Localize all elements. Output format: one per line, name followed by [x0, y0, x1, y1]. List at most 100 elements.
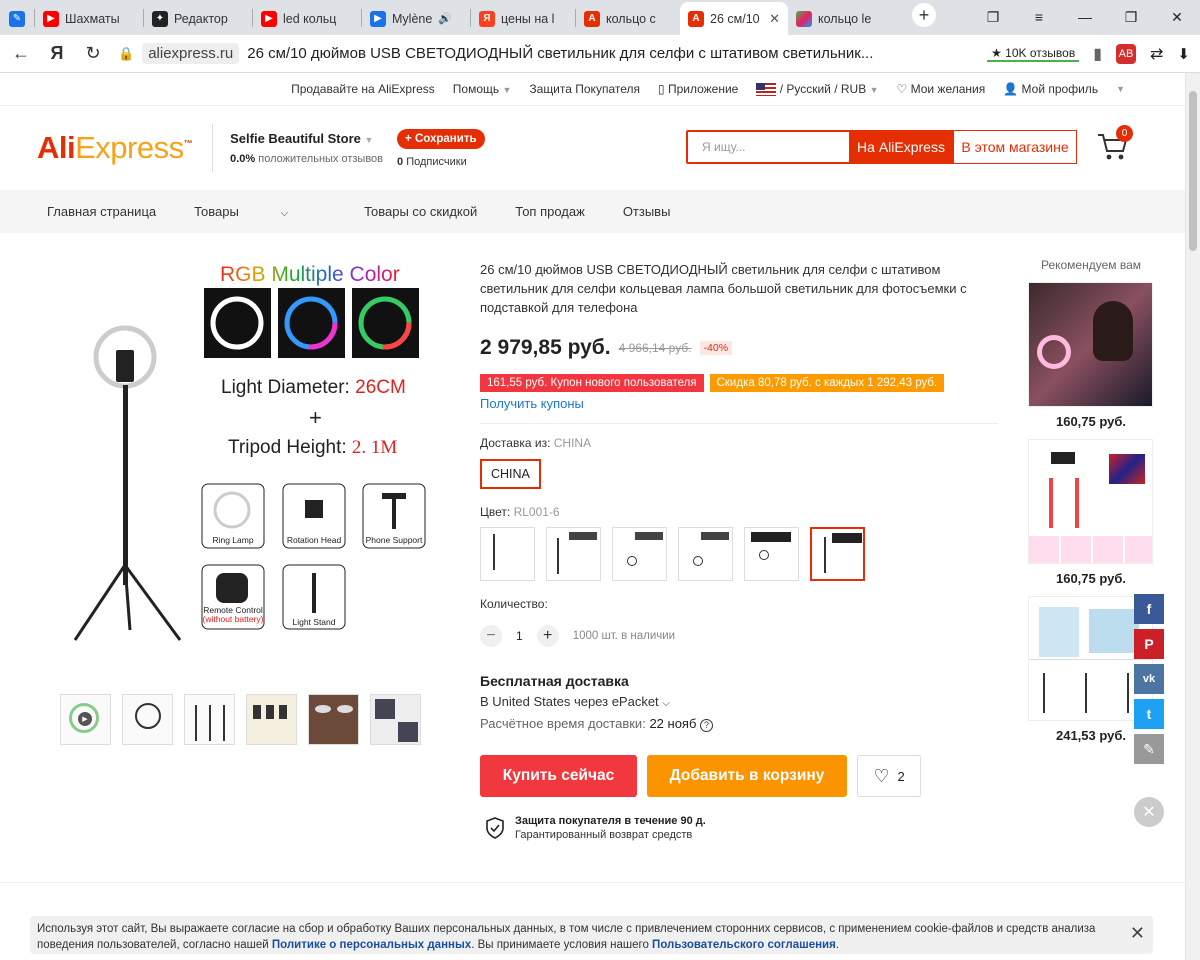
- color-swatch-selected[interactable]: [810, 527, 865, 581]
- close-window-button[interactable]: ✕: [1154, 9, 1200, 26]
- close-share-button[interactable]: ✕: [1134, 797, 1164, 827]
- shipping-method[interactable]: В United States через ePacket ⌵: [480, 694, 998, 709]
- tab-8[interactable]: кольцо le: [788, 2, 896, 35]
- reviews-badge[interactable]: ★ 10K отзывов: [987, 46, 1080, 62]
- ship-from-option[interactable]: CHINA: [480, 459, 541, 489]
- ship-from-label: Доставка из: CHINA: [480, 436, 592, 450]
- close-tab-icon[interactable]: ✕: [769, 11, 780, 27]
- menu-icon[interactable]: ≡: [1016, 9, 1062, 26]
- divider: [0, 882, 1185, 883]
- nav-top[interactable]: Топ продаж: [515, 204, 585, 219]
- back-icon[interactable]: ←: [10, 43, 32, 64]
- facebook-icon[interactable]: f: [1134, 594, 1164, 624]
- protection-link[interactable]: Защита Покупателя: [529, 82, 640, 96]
- tab-1[interactable]: ▶ Шахматы: [35, 2, 143, 35]
- thumbnail[interactable]: [184, 694, 235, 745]
- divider: [480, 423, 998, 424]
- close-cookie-button[interactable]: ✕: [1130, 924, 1145, 942]
- user-agreement-link[interactable]: Пользовательского соглашения: [652, 939, 836, 951]
- extension-icon[interactable]: AB: [1116, 43, 1137, 64]
- store-discount-coupon[interactable]: Скидка 80,78 руб. с каждых 1 292,43 руб.: [709, 374, 945, 392]
- thumbnail[interactable]: [122, 694, 173, 745]
- pinned-tab[interactable]: ✎: [0, 2, 34, 35]
- store-info: Selfie Beautiful Store ▼ 0.0% положитель…: [212, 124, 383, 172]
- store-name[interactable]: Selfie Beautiful Store ▼: [230, 131, 383, 146]
- increase-button[interactable]: +: [536, 625, 559, 647]
- pencil-icon[interactable]: ✎: [1134, 734, 1164, 764]
- reco-item[interactable]: 160,75 руб.: [1028, 439, 1154, 586]
- tab-7-active[interactable]: A 26 см/10 ✕: [680, 2, 788, 35]
- cart-icon[interactable]: 0: [1096, 125, 1133, 165]
- nav-discount[interactable]: Товары со скидкой: [364, 204, 477, 219]
- color-swatch[interactable]: [612, 527, 667, 581]
- search-store-button[interactable]: В этом магазине: [953, 130, 1077, 164]
- sell-link[interactable]: Продавайте на AliExpress: [291, 82, 435, 96]
- decrease-button[interactable]: −: [480, 625, 502, 647]
- buy-now-button[interactable]: Купить сейчас: [480, 755, 637, 797]
- yandex-home-icon[interactable]: Я: [46, 43, 68, 64]
- twitter-icon[interactable]: t: [1134, 699, 1164, 729]
- chevron-down-icon: ▼: [502, 85, 512, 95]
- nav-home[interactable]: Главная страница: [47, 204, 156, 219]
- help-icon[interactable]: ?: [700, 719, 714, 732]
- download-icon[interactable]: ⬇: [1177, 45, 1190, 63]
- save-store-button[interactable]: + Сохранить: [397, 128, 485, 149]
- color-label: Цвет: RL001-6: [480, 505, 560, 519]
- new-tab-button[interactable]: +: [912, 3, 936, 27]
- thumbnail[interactable]: [246, 694, 297, 745]
- get-coupons-link[interactable]: Получить купоны: [480, 396, 998, 411]
- tab-5[interactable]: Я цены на l: [471, 2, 575, 35]
- profile-link[interactable]: 👤 Мой профиль: [1003, 82, 1098, 96]
- tab-6[interactable]: A кольцо с: [576, 2, 680, 35]
- part-label: Phone Support: [365, 535, 423, 545]
- maximize-button[interactable]: ❐: [1108, 9, 1154, 26]
- wishlist-button[interactable]: ♡ 2: [857, 755, 921, 797]
- aliexpress-logo[interactable]: AliExpress™: [37, 130, 193, 166]
- add-to-cart-button[interactable]: Добавить в корзину: [647, 755, 847, 797]
- thumbnail-strip: ▶: [60, 694, 421, 745]
- collections-icon[interactable]: ❐: [970, 9, 1016, 26]
- heart-icon: ♡: [873, 765, 890, 786]
- bookmark-icon[interactable]: ▮: [1093, 44, 1102, 64]
- privacy-policy-link[interactable]: Политике о персональных данных: [272, 939, 471, 951]
- quantity-value[interactable]: 1: [516, 629, 523, 643]
- color-swatch[interactable]: [744, 527, 799, 581]
- chevron-down-icon: ⌵: [280, 208, 289, 219]
- thumbnail[interactable]: [308, 694, 359, 745]
- vk-icon[interactable]: vk: [1134, 664, 1164, 694]
- height-text: Tripod Height: 2. 1M: [228, 437, 398, 458]
- scrollbar[interactable]: [1185, 73, 1200, 960]
- cart-badge: 0: [1116, 125, 1133, 142]
- color-swatch[interactable]: [480, 527, 535, 581]
- search-aliexpress-button[interactable]: На AliExpress: [849, 132, 953, 162]
- scrollbar-thumb[interactable]: [1189, 91, 1197, 251]
- url-field[interactable]: 🔒 aliexpress.ru 26 см/10 дюймов USB СВЕТ…: [118, 43, 873, 64]
- tab-4[interactable]: ▶ Mylène 🔊: [362, 2, 470, 35]
- color-swatch[interactable]: [678, 527, 733, 581]
- tab-2[interactable]: ✦ Редактор: [144, 2, 252, 35]
- search-input[interactable]: Я ищу...: [688, 132, 849, 162]
- chevron-down-icon[interactable]: ▼: [1116, 84, 1125, 94]
- translate-icon[interactable]: ⇄: [1150, 44, 1163, 64]
- buyer-protection: Защита покупателя в течение 90 д. Гарант…: [485, 815, 706, 841]
- wishlist-link[interactable]: ♡ Мои желания: [896, 82, 985, 96]
- minimize-button[interactable]: —: [1062, 9, 1108, 26]
- shipping-title: Бесплатная доставка: [480, 673, 629, 689]
- nav-reviews[interactable]: Отзывы: [623, 204, 671, 219]
- thumbnail[interactable]: ▶: [60, 694, 111, 745]
- tab-3[interactable]: ▶ led кольц: [253, 2, 361, 35]
- locale-selector[interactable]: / Русский / RUB ▼: [756, 82, 878, 97]
- thumbnail[interactable]: [370, 694, 421, 745]
- speaker-icon[interactable]: 🔊: [438, 12, 452, 25]
- heart-icon: ♡: [896, 82, 908, 96]
- reco-item[interactable]: 160,75 руб.: [1028, 282, 1154, 429]
- help-link[interactable]: Помощь ▼: [453, 82, 512, 96]
- pinterest-icon[interactable]: P: [1134, 629, 1164, 659]
- app-link[interactable]: ▯ Приложение: [658, 82, 738, 96]
- nav-products[interactable]: Товары ⌵: [194, 204, 326, 219]
- color-swatch[interactable]: [546, 527, 601, 581]
- product-main-image[interactable]: RGB Multiple Color Light Diameter: 26CM …: [60, 255, 430, 675]
- reload-icon[interactable]: ↻: [82, 43, 104, 64]
- protection-title: Защита покупателя в течение 90 д.: [515, 815, 706, 827]
- new-user-coupon[interactable]: 161,55 руб. Купон нового пользователя: [480, 374, 704, 392]
